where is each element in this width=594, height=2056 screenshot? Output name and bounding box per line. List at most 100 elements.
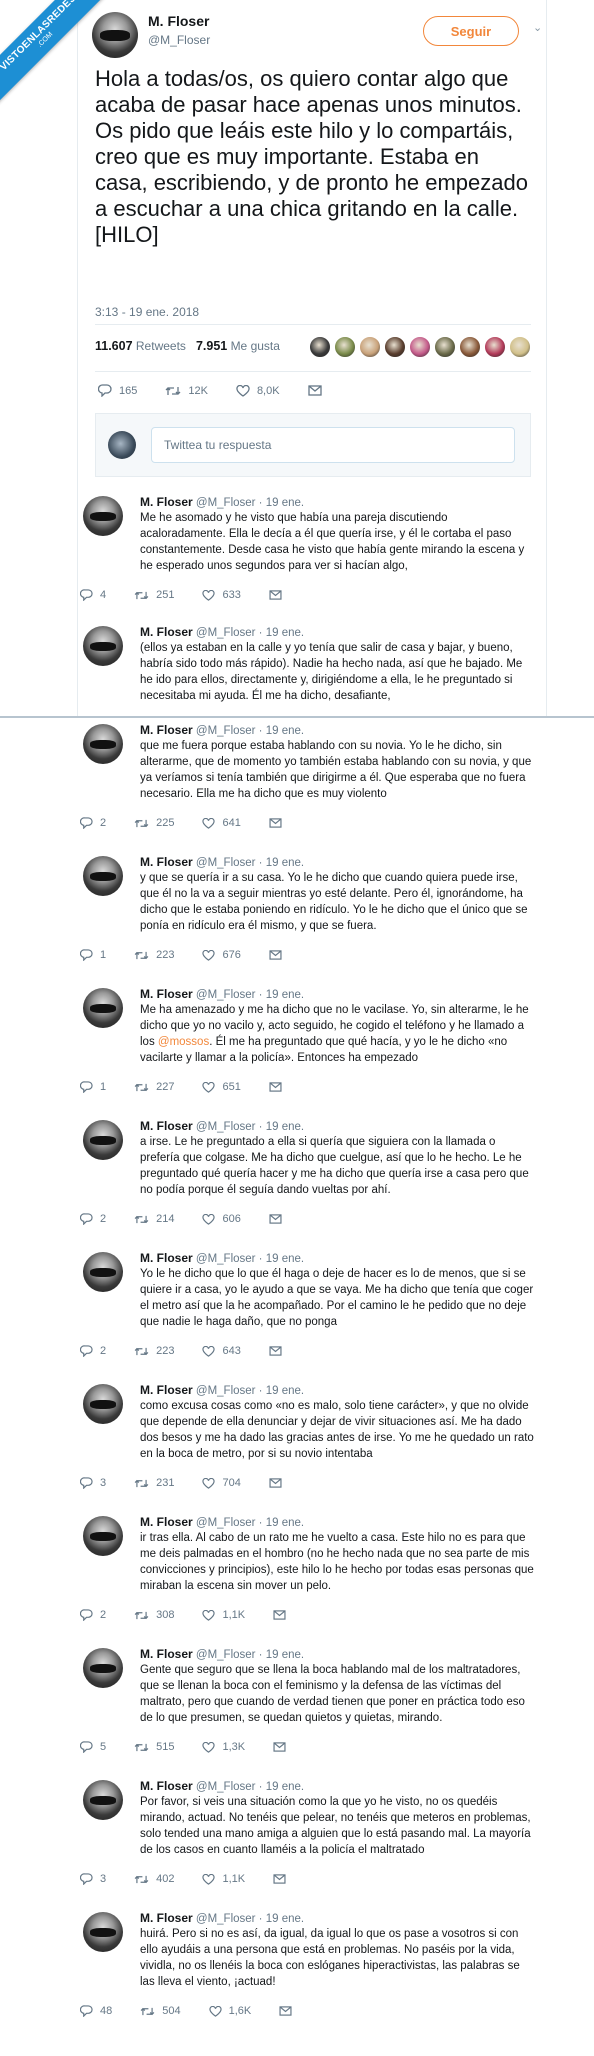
like-action[interactable]: 641 — [202, 817, 241, 829]
like-action[interactable]: 1,1K — [202, 1873, 245, 1885]
retweet-action[interactable]: 12K — [165, 385, 208, 397]
author-handle-date[interactable]: @M_Floser · 19 ene. — [196, 1385, 304, 1397]
author-name[interactable]: M. Floser — [148, 13, 209, 29]
author-handle-date[interactable]: @M_Floser · 19 ene. — [196, 1913, 304, 1925]
like-action[interactable]: 676 — [202, 949, 241, 961]
liker-avatar[interactable] — [434, 336, 456, 358]
liker-avatar[interactable] — [409, 336, 431, 358]
message-action[interactable] — [269, 818, 289, 828]
reply-action[interactable]: 5 — [80, 1741, 106, 1753]
liker-avatar[interactable] — [484, 336, 506, 358]
author-name[interactable]: M. Floser — [140, 1119, 193, 1133]
retweet-action[interactable]: 223 — [134, 949, 174, 961]
like-action[interactable]: 633 — [202, 589, 241, 601]
author-name[interactable]: M. Floser — [140, 723, 193, 737]
author-handle-date[interactable]: @M_Floser · 19 ene. — [196, 857, 304, 869]
like-action[interactable]: 1,6K — [209, 2005, 251, 2017]
thread-tweet[interactable]: M. Floser @M_Floser · 19 ene. como excusa… — [77, 1378, 547, 1504]
thread-tweet[interactable]: M. Floser @M_Floser · 19 ene. Yo le he di… — [77, 1246, 547, 1372]
retweet-action[interactable]: 223 — [134, 1345, 174, 1357]
author-avatar[interactable] — [83, 1516, 123, 1556]
author-handle-date[interactable]: @M_Floser · 19 ene. — [196, 627, 304, 639]
message-action[interactable] — [269, 1478, 289, 1488]
chevron-down-icon[interactable]: ⌄ — [533, 21, 542, 34]
author-name[interactable]: M. Floser — [140, 495, 193, 509]
thread-tweet[interactable]: M. Floser @M_Floser · 19 ene. Me ha amena… — [77, 982, 547, 1108]
like-count[interactable]: 7.951 — [196, 339, 227, 353]
author-handle-date[interactable]: @M_Floser · 19 ene. — [196, 1649, 304, 1661]
liker-avatar[interactable] — [509, 336, 531, 358]
thread-tweet[interactable]: M. Floser @M_Floser · 19 ene. que me fuer… — [77, 718, 547, 844]
message-action[interactable] — [269, 1214, 289, 1224]
retweet-label[interactable]: Retweets — [136, 339, 186, 353]
like-action[interactable]: 1,3K — [202, 1741, 245, 1753]
message-action[interactable] — [269, 950, 289, 960]
retweet-action[interactable]: 231 — [134, 1477, 174, 1489]
author-avatar[interactable] — [83, 626, 123, 666]
like-action[interactable]: 1,1K — [202, 1609, 245, 1621]
author-avatar[interactable] — [83, 988, 123, 1028]
liker-avatar[interactable] — [359, 336, 381, 358]
thread-tweet[interactable]: M. Floser @M_Floser · 19 ene. a irse. Le … — [77, 1114, 547, 1240]
author-name[interactable]: M. Floser — [140, 1515, 193, 1529]
thread-tweet[interactable]: M. Floser @M_Floser · 19 ene. ir tras ell… — [77, 1510, 547, 1636]
thread-tweet[interactable]: M. Floser @M_Floser · 19 ene. Por favor, … — [77, 1774, 547, 1900]
author-handle[interactable]: @M_Floser — [148, 33, 210, 47]
retweet-action[interactable]: 308 — [134, 1609, 174, 1621]
author-name[interactable]: M. Floser — [140, 987, 193, 1001]
message-action[interactable] — [269, 1346, 289, 1356]
author-handle-date[interactable]: @M_Floser · 19 ene. — [196, 1253, 304, 1265]
reply-action[interactable]: 4 — [80, 589, 106, 601]
reply-action[interactable]: 2 — [80, 1213, 106, 1225]
author-handle-date[interactable]: @M_Floser · 19 ene. — [196, 989, 304, 1001]
thread-tweet[interactable]: M. Floser @M_Floser · 19 ene. (ellos ya e… — [77, 620, 547, 716]
author-name[interactable]: M. Floser — [140, 1383, 193, 1397]
like-action[interactable]: 606 — [202, 1213, 241, 1225]
like-action[interactable]: 8,0K — [236, 384, 280, 397]
author-handle-date[interactable]: @M_Floser · 19 ene. — [196, 725, 304, 737]
reply-action[interactable]: 2 — [80, 817, 106, 829]
reply-action[interactable]: 3 — [80, 1477, 106, 1489]
like-action[interactable]: 643 — [202, 1345, 241, 1357]
liker-avatar[interactable] — [384, 336, 406, 358]
reply-action[interactable]: 1 — [80, 1081, 106, 1093]
like-action[interactable]: 704 — [202, 1477, 241, 1489]
reply-action[interactable]: 3 — [80, 1873, 106, 1885]
author-avatar[interactable] — [83, 1648, 123, 1688]
author-avatar[interactable] — [83, 1252, 123, 1292]
author-avatar[interactable] — [83, 1780, 123, 1820]
retweet-action[interactable]: 402 — [134, 1873, 174, 1885]
like-label[interactable]: Me gusta — [231, 339, 280, 353]
message-action[interactable] — [273, 1874, 293, 1884]
message-action[interactable] — [269, 590, 289, 600]
message-action[interactable] — [279, 2006, 299, 2016]
author-avatar[interactable] — [83, 1912, 123, 1952]
author-name[interactable]: M. Floser — [140, 1779, 193, 1793]
thread-tweet[interactable]: M. Floser @M_Floser · 19 ene. y que se qu… — [77, 850, 547, 976]
reply-action[interactable]: 2 — [80, 1345, 106, 1357]
author-handle-date[interactable]: @M_Floser · 19 ene. — [196, 1781, 304, 1793]
author-avatar[interactable] — [83, 496, 123, 536]
reply-action[interactable]: 48 — [80, 2005, 112, 2017]
author-name[interactable]: M. Floser — [140, 1251, 193, 1265]
retweet-action[interactable]: 515 — [134, 1741, 174, 1753]
author-handle-date[interactable]: @M_Floser · 19 ene. — [196, 497, 304, 509]
reply-input[interactable]: Twittea tu respuesta — [151, 427, 515, 463]
author-handle-date[interactable]: @M_Floser · 19 ene. — [196, 1517, 304, 1529]
reply-action[interactable]: 1 — [80, 949, 106, 961]
mention-link[interactable]: @mossos — [158, 1036, 209, 1048]
retweet-action[interactable]: 227 — [134, 1081, 174, 1093]
message-action[interactable] — [273, 1742, 293, 1752]
follow-button[interactable]: Seguir — [423, 16, 519, 46]
thread-tweet[interactable]: M. Floser @M_Floser · 19 ene. Me he asoma… — [77, 490, 547, 616]
reply-action[interactable]: 165 — [98, 384, 137, 397]
message-action[interactable] — [273, 1610, 293, 1620]
author-name[interactable]: M. Floser — [140, 855, 193, 869]
reply-action[interactable]: 2 — [80, 1609, 106, 1621]
liker-avatar[interactable] — [309, 336, 331, 358]
author-avatar[interactable] — [83, 856, 123, 896]
author-handle-date[interactable]: @M_Floser · 19 ene. — [196, 1121, 304, 1133]
tweet-timestamp[interactable]: 3:13 - 19 ene. 2018 — [95, 305, 199, 319]
author-avatar[interactable] — [83, 1384, 123, 1424]
author-avatar[interactable] — [83, 1120, 123, 1160]
